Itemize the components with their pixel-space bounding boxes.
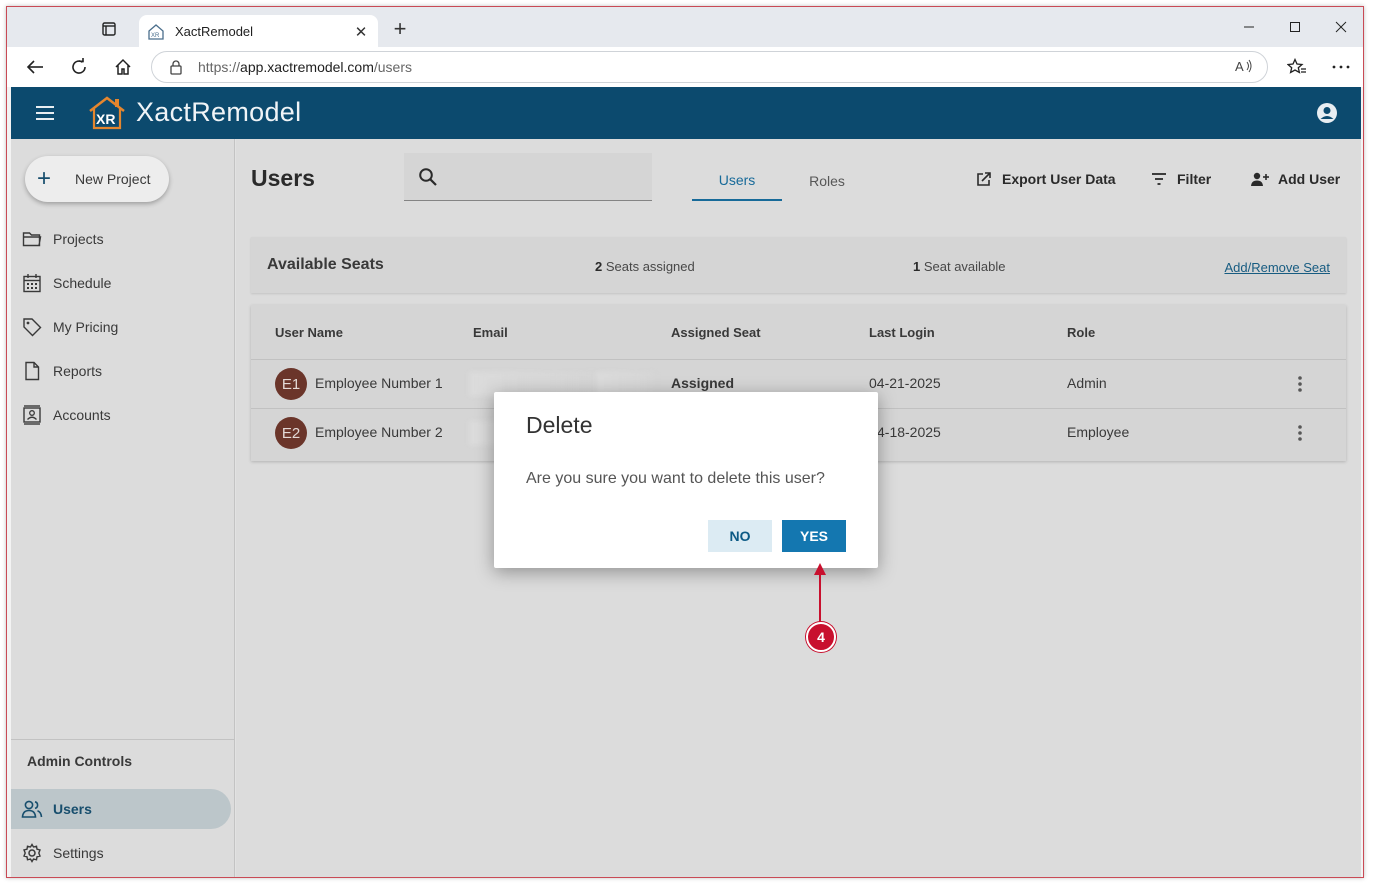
no-button[interactable]: NO [708,520,772,552]
account-circle-icon[interactable] [1315,101,1339,125]
yes-button[interactable]: YES [782,520,846,552]
brand-name: XactRemodel [136,97,302,127]
home-icon[interactable] [109,55,137,79]
new-tab-button[interactable]: + [388,16,412,41]
url-text: https://app.xactremodel.com/users [198,59,412,75]
refresh-icon[interactable] [65,55,93,79]
lock-icon [170,60,182,75]
close-tab-icon[interactable]: ✕ [350,21,372,43]
address-bar[interactable]: https://app.xactremodel.com/users A [151,51,1268,83]
app-header: XR XactRemodel [11,87,1361,139]
logo-letters: XR [96,111,115,127]
browser-toolbar: https://app.xactremodel.com/users A [7,47,1363,87]
tab-actions-icon[interactable] [97,17,121,41]
tab-strip: XR XactRemodel ✕ + [7,7,1363,48]
url-host: app.xactremodel.com [240,59,374,75]
favorites-icon[interactable] [1283,55,1311,79]
dialog-title: Delete [526,412,593,438]
browser-tab[interactable]: XR XactRemodel ✕ [139,15,378,48]
more-options-icon[interactable] [1327,55,1355,79]
hamburger-menu-icon[interactable] [33,101,57,125]
url-path: /users [373,59,412,75]
maximize-icon[interactable] [1272,13,1318,41]
browser-tab-title: XactRemodel [175,24,254,39]
back-arrow-icon[interactable] [21,55,49,79]
svg-text:A: A [1235,59,1244,74]
annotation-step-badge: 4 [806,622,836,652]
xr-favicon-icon: XR [148,23,164,40]
delete-confirm-dialog: Delete Are you sure you want to delete t… [494,392,878,568]
url-scheme: https:// [198,59,241,75]
dialog-message: Are you sure you want to delete this use… [526,470,825,487]
annotation-line [819,567,821,625]
svg-text:XR: XR [151,33,160,39]
annotation-arrow-icon [814,563,826,575]
read-aloud-icon[interactable]: A [1235,58,1253,77]
close-window-icon[interactable] [1318,13,1363,41]
minimize-icon[interactable] [1226,13,1272,41]
browser-window: XR XactRemodel ✕ + https://app.xactremod… [6,6,1364,878]
xactremodel-logo-icon: XR [89,96,125,130]
